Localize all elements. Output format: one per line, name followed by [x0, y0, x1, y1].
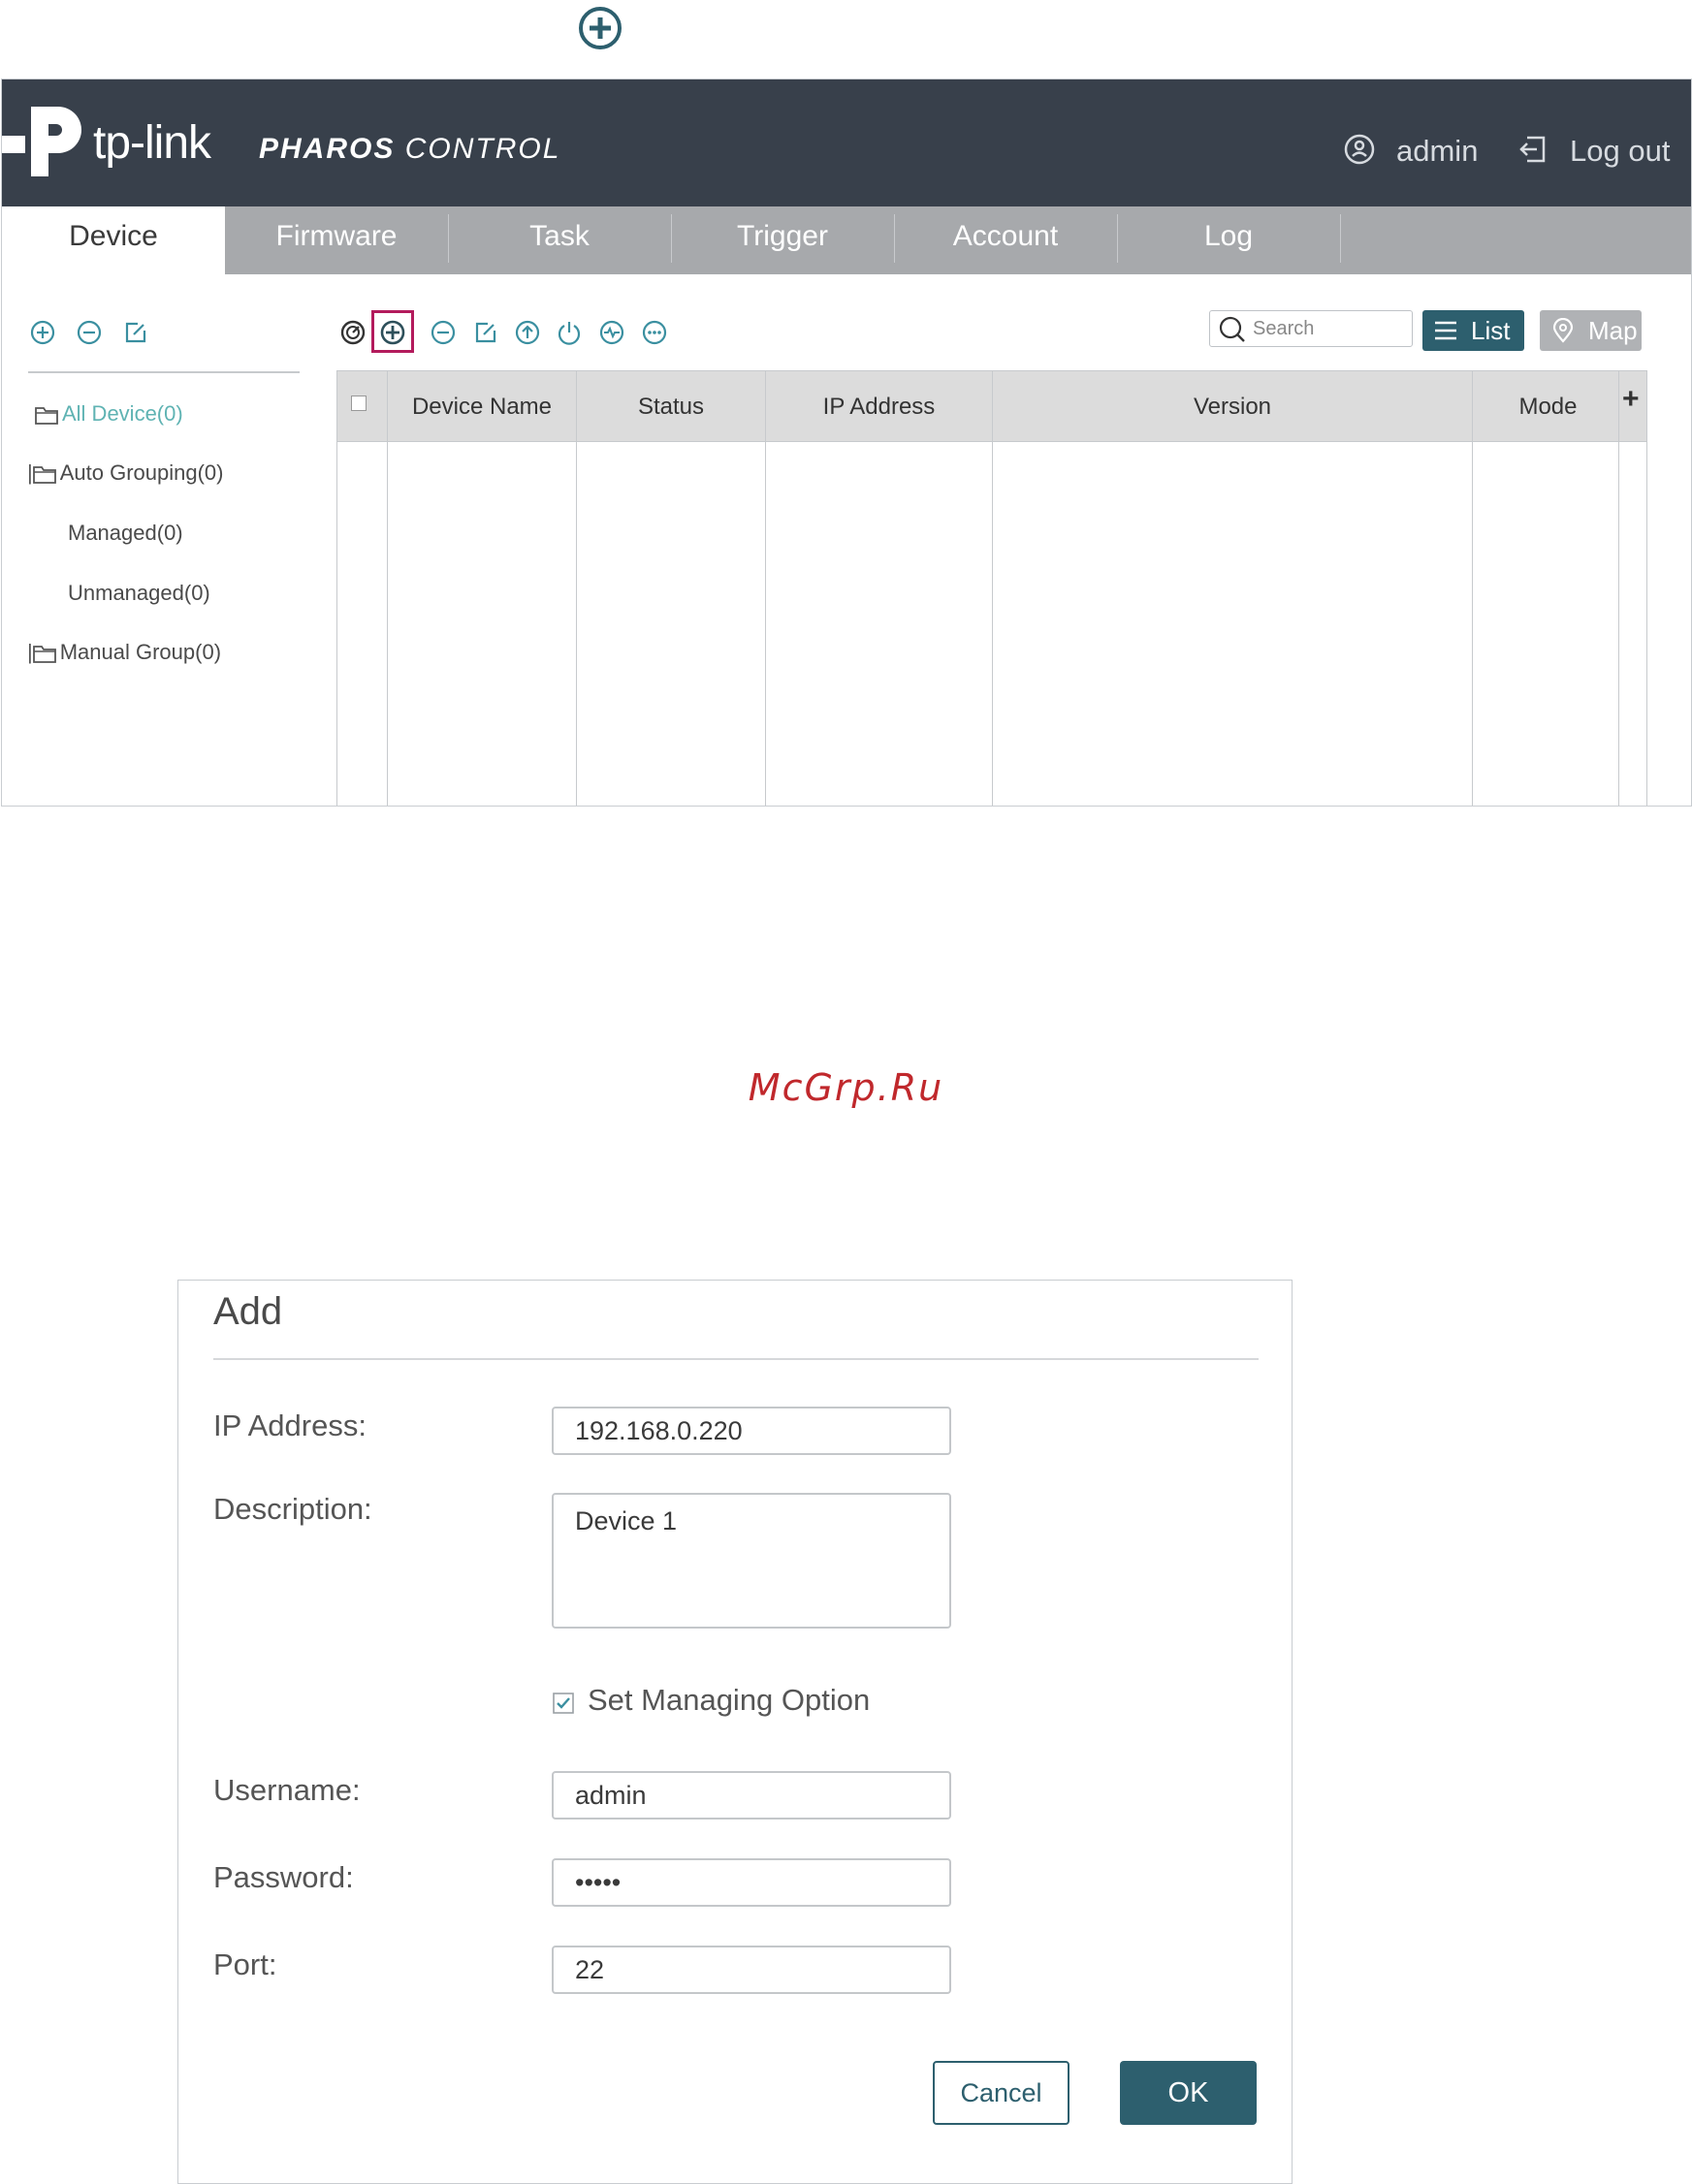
tree-item-manual-group[interactable]: | Manual Group(0) — [27, 640, 221, 665]
product-name-bold: PHAROS — [259, 133, 396, 165]
tab-trigger[interactable]: Trigger — [671, 206, 894, 274]
brand-logo-text: tp-link — [93, 117, 211, 169]
tab-device[interactable]: Device — [2, 206, 225, 274]
tree-item-label: Manual Group(0) — [59, 640, 222, 664]
column-version[interactable]: Version — [993, 371, 1472, 441]
ip-address-field[interactable] — [552, 1407, 951, 1455]
description-label: Description: — [213, 1492, 372, 1526]
search-icon[interactable] — [1218, 315, 1247, 344]
dialog-title: Add — [213, 1290, 283, 1333]
dialog-divider — [213, 1358, 1259, 1360]
search-box — [1209, 310, 1413, 347]
device-table: Device Name Status IP Address Version Mo… — [336, 370, 1647, 806]
map-view-label: Map — [1588, 316, 1638, 345]
column-status[interactable]: Status — [577, 371, 765, 441]
edit-device-icon[interactable] — [472, 319, 499, 346]
folder-icon — [35, 407, 58, 425]
column-device-name[interactable]: Device Name — [388, 371, 576, 441]
password-label: Password: — [213, 1860, 354, 1894]
select-all-checkbox[interactable] — [351, 396, 367, 411]
add-circle-icon — [578, 6, 623, 50]
column-divider — [1618, 371, 1619, 806]
ip-address-label: IP Address: — [213, 1409, 367, 1442]
monitor-icon[interactable] — [598, 319, 625, 346]
upgrade-icon[interactable] — [514, 319, 541, 346]
port-field[interactable] — [552, 1946, 951, 1994]
column-divider — [387, 371, 388, 806]
tab-account[interactable]: Account — [894, 206, 1117, 274]
app-header: tp-link PHAROS CONTROL admin Log out — [2, 79, 1691, 206]
sidebar-divider — [28, 371, 300, 373]
column-divider — [1472, 371, 1473, 806]
tree-item-managed[interactable]: Managed(0) — [68, 521, 183, 546]
column-divider — [765, 371, 766, 806]
add-group-icon[interactable] — [29, 319, 56, 346]
column-mode[interactable]: Mode — [1473, 371, 1623, 441]
list-icon — [1432, 318, 1459, 343]
tab-firmware[interactable]: Firmware — [225, 206, 448, 274]
logout-link[interactable]: Log out — [1570, 134, 1670, 169]
managing-option-label[interactable]: Set Managing Option — [588, 1683, 870, 1718]
tree-item-all-device[interactable]: All Device(0) — [35, 401, 183, 427]
tree-item-label: Auto Grouping(0) — [59, 460, 224, 485]
remove-device-icon[interactable] — [430, 319, 457, 346]
map-view-button[interactable]: Map — [1540, 310, 1642, 351]
remove-group-icon[interactable] — [76, 319, 103, 346]
tree-item-label: All Device(0) — [62, 401, 183, 426]
tp-link-logo-icon — [2, 97, 89, 184]
add-device-dialog: Add IP Address: Description: Device 1 Se… — [177, 1280, 1293, 2184]
ok-button[interactable]: OK — [1120, 2061, 1257, 2125]
search-input[interactable] — [1253, 315, 1406, 342]
user-circle-icon[interactable] — [1343, 133, 1376, 166]
folder-icon — [32, 466, 56, 484]
edit-group-icon[interactable] — [122, 319, 149, 346]
column-divider — [576, 371, 577, 806]
tab-task[interactable]: Task — [448, 206, 671, 274]
username-label: Username: — [213, 1773, 361, 1807]
logout-icon[interactable] — [1516, 133, 1548, 166]
list-view-label: List — [1471, 316, 1511, 345]
folder-icon — [32, 646, 56, 663]
list-view-button[interactable]: List — [1422, 310, 1524, 351]
cancel-button[interactable]: Cancel — [933, 2061, 1069, 2125]
map-pin-icon — [1549, 318, 1577, 343]
port-label: Port: — [213, 1947, 277, 1981]
power-icon[interactable] — [556, 319, 583, 346]
add-device-icon[interactable] — [379, 319, 406, 346]
password-field[interactable] — [552, 1858, 951, 1907]
product-name-light: CONTROL — [404, 133, 561, 165]
tab-log[interactable]: Log — [1117, 206, 1340, 274]
add-column-button[interactable]: + — [1622, 383, 1640, 416]
tree-item-unmanaged[interactable]: Unmanaged(0) — [68, 581, 210, 606]
product-name: PHAROS CONTROL — [259, 133, 560, 166]
username-field[interactable] — [552, 1771, 951, 1820]
description-field[interactable]: Device 1 — [552, 1493, 951, 1629]
tab-divider — [1340, 214, 1341, 263]
discover-icon[interactable] — [339, 319, 367, 346]
column-divider — [992, 371, 993, 806]
main-tab-bar: Device Firmware Task Trigger Account Log — [2, 206, 1691, 274]
pharos-control-window: tp-link PHAROS CONTROL admin Log out Dev… — [1, 79, 1692, 807]
column-ip-address[interactable]: IP Address — [766, 371, 992, 441]
managing-option-checkbox[interactable] — [553, 1693, 574, 1714]
more-icon[interactable] — [641, 319, 668, 346]
watermark: McGrp.Ru — [748, 1066, 944, 1109]
user-name[interactable]: admin — [1396, 134, 1478, 169]
tree-item-auto-grouping[interactable]: | Auto Grouping(0) — [27, 460, 223, 486]
